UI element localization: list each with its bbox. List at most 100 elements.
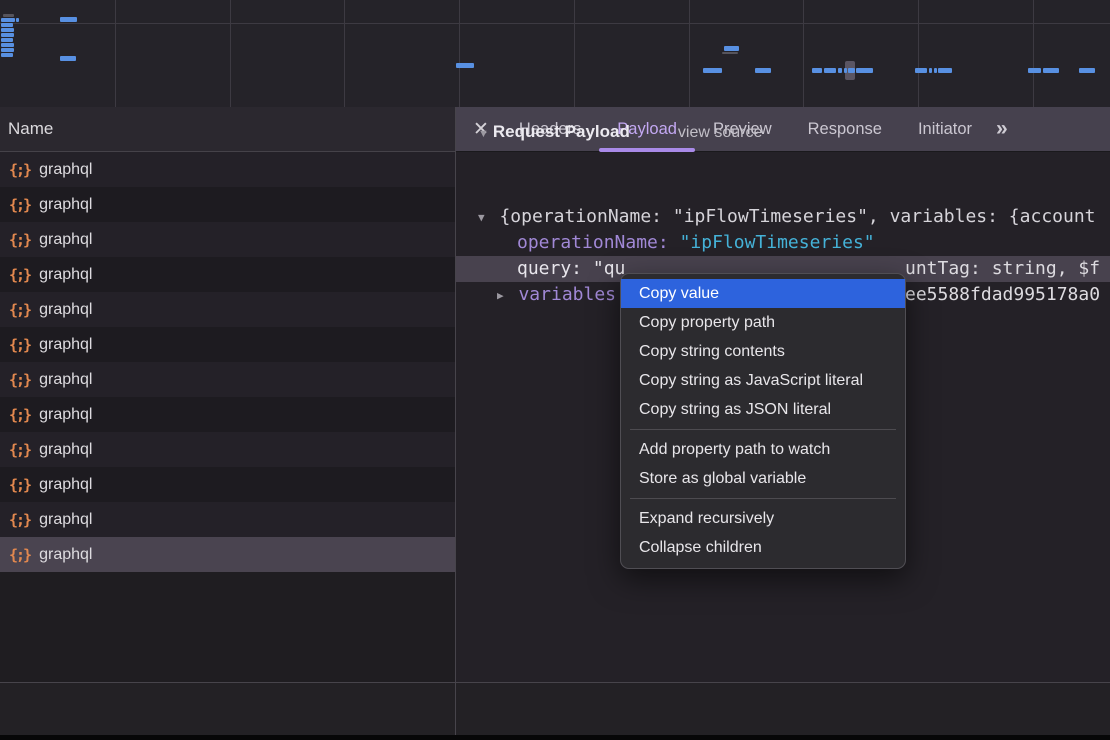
- overview-request-bar: [1079, 68, 1095, 73]
- overview-request-bar: [938, 68, 952, 73]
- request-row[interactable]: {;}graphql: [0, 152, 455, 187]
- overview-gridline: [459, 0, 460, 107]
- overview-request-bar: [16, 18, 19, 22]
- overview-request-bar: [934, 68, 937, 73]
- name-column-label: Name: [8, 119, 53, 139]
- variables-text-right: ee5588fdad995178a0: [905, 282, 1100, 308]
- payload-root-row[interactable]: ▼ {operationName: "ipFlowTimeseries", va…: [456, 204, 1110, 230]
- request-name-label: graphql: [39, 336, 92, 354]
- menu-item-store-as-global-variable[interactable]: Store as global variable: [621, 464, 905, 493]
- menu-divider: [630, 498, 896, 499]
- query-text-left: query: "qu: [517, 258, 625, 279]
- request-list: {;} graphql {;} graphql {;} graphql {;} graphql…: [0, 152, 455, 572]
- expand-triangle-icon[interactable]: ▶: [497, 289, 504, 302]
- request-row[interactable]: {;}graphql: [0, 397, 455, 432]
- bottom-divider: [0, 682, 1110, 683]
- property-key: variables: [518, 284, 616, 305]
- operation-name-row[interactable]: operationName: "ipFlowTimeseries": [456, 230, 1110, 256]
- overview-request-bar: [60, 56, 76, 61]
- overview-request-bar: [1, 18, 15, 22]
- json-braces-icon: {;}: [9, 266, 30, 284]
- request-row[interactable]: {;} graphql: [0, 502, 455, 537]
- json-braces-icon: {;}: [9, 511, 30, 529]
- json-braces-icon: {;}: [9, 476, 30, 494]
- overview-request-bar: [1, 28, 14, 32]
- overview-gridline: [918, 0, 919, 107]
- panel-splitter[interactable]: [455, 107, 456, 735]
- query-text-right: untTag: string, $f: [905, 256, 1100, 282]
- menu-item-add-property-path-to-watch[interactable]: Add property path to watch: [621, 435, 905, 464]
- overview-request-bar: [929, 68, 932, 73]
- menu-item-expand-recursively[interactable]: Expand recursively: [621, 504, 905, 533]
- json-braces-icon: {;}: [9, 196, 30, 214]
- request-list-panel: Name {;}graphql{;}graphql{;}graphql{;}gr…: [0, 107, 455, 682]
- request-name-label: graphql: [39, 266, 92, 284]
- request-name-label: graphql: [39, 301, 92, 319]
- more-tabs-icon[interactable]: »: [996, 117, 1005, 141]
- overview-request-bar: [915, 68, 927, 73]
- request-payload-title: Request Payload: [493, 122, 630, 142]
- overview-request-bar: [1028, 68, 1041, 73]
- menu-item-copy-string-as-javascript-literal[interactable]: Copy string as JavaScript literal: [621, 366, 905, 395]
- overview-request-bar: [1, 43, 14, 47]
- request-name-label: graphql: [39, 196, 92, 214]
- overview-gridline: [803, 0, 804, 107]
- overview-request-bar: [1, 48, 14, 52]
- overview-request-bar: [1, 38, 13, 42]
- request-name-label: graphql: [39, 161, 92, 179]
- json-braces-icon: {;}: [9, 371, 30, 389]
- menu-item-collapse-children[interactable]: Collapse children: [621, 533, 905, 562]
- overview-request-bar: [724, 46, 739, 51]
- overview-gridline: [230, 0, 231, 107]
- devtools-network-panel: Name {;}graphql{;}graphql{;}graphql{;}gr…: [0, 0, 1110, 740]
- request-name-label: graphql: [39, 371, 92, 389]
- footer-area: [0, 683, 1110, 735]
- overview-request-bar: [1, 23, 13, 27]
- request-row[interactable]: {;} graphql: [0, 257, 455, 292]
- overview-request-bar: [1043, 68, 1059, 73]
- overview-gridline: [115, 0, 116, 107]
- property-value: "ipFlowTimeseries": [680, 232, 875, 253]
- request-name-label: graphql: [39, 511, 92, 529]
- request-payload-section-header[interactable]: ▼ Request Payload view source: [456, 122, 762, 142]
- menu-item-copy-value[interactable]: Copy value: [621, 279, 905, 308]
- overview-request-bar: [856, 68, 873, 73]
- request-row[interactable]: {;} graphql: [0, 362, 455, 397]
- property-key: operationName:: [517, 232, 669, 253]
- request-row[interactable]: {;} graphql: [0, 432, 455, 467]
- overview-row-divider: [0, 23, 1110, 24]
- overview-gray-mark: [722, 52, 738, 54]
- overview-request-bar: [456, 63, 474, 68]
- overview-gridline: [689, 0, 690, 107]
- context-menu: Copy valueCopy property pathCopy string …: [620, 273, 906, 569]
- view-source-link[interactable]: view source: [678, 124, 762, 142]
- request-row[interactable]: {;}graphql: [0, 467, 455, 502]
- request-row[interactable]: {;}graphql: [0, 537, 455, 572]
- request-name-label: graphql: [39, 441, 92, 459]
- collapse-triangle-icon[interactable]: ▼: [478, 211, 485, 224]
- request-row[interactable]: {;}graphql: [0, 222, 455, 257]
- overview-gray-mark: [3, 14, 14, 17]
- tab-initiator[interactable]: Initiator: [900, 107, 990, 152]
- overview-request-bar: [848, 68, 855, 73]
- overview-request-bar: [824, 68, 836, 73]
- menu-item-copy-property-path[interactable]: Copy property path: [621, 308, 905, 337]
- request-row[interactable]: {;}graphql: [0, 327, 455, 362]
- name-column-header[interactable]: Name: [0, 107, 455, 152]
- overview-request-bar: [844, 68, 847, 73]
- request-name-label: graphql: [39, 546, 92, 564]
- overview-request-bar: [812, 68, 822, 73]
- json-braces-icon: {;}: [9, 441, 30, 459]
- overview-request-bar: [60, 17, 77, 22]
- json-braces-icon: {;}: [9, 301, 30, 319]
- tab-response[interactable]: Response: [790, 107, 900, 152]
- menu-item-copy-string-contents[interactable]: Copy string contents: [621, 337, 905, 366]
- overview-gridline: [1033, 0, 1034, 107]
- request-name-label: graphql: [39, 406, 92, 424]
- request-row[interactable]: {;} graphql: [0, 187, 455, 222]
- overview-request-bar: [703, 68, 722, 73]
- menu-item-copy-string-as-json-literal[interactable]: Copy string as JSON literal: [621, 395, 905, 424]
- network-overview[interactable]: [0, 0, 1110, 109]
- payload-root-preview: {operationName: "ipFlowTimeseries", vari…: [499, 206, 1095, 227]
- request-row[interactable]: {;} graphql: [0, 292, 455, 327]
